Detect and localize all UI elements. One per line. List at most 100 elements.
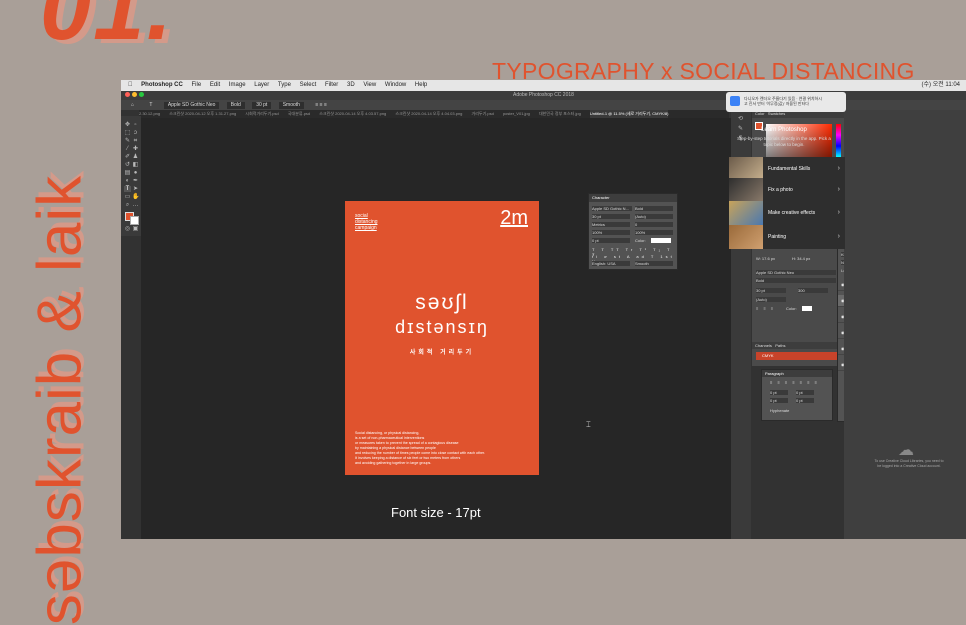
- learn-card-painting[interactable]: Painting ›: [729, 225, 845, 249]
- poster-title-line-2[interactable]: dɪstənsɪŋ: [345, 317, 539, 338]
- home-icon[interactable]: ⌂: [127, 102, 138, 109]
- shape-tool-icon[interactable]: ▭: [124, 194, 131, 200]
- font-family-select[interactable]: Apple SD Gothic Neo: [163, 102, 220, 109]
- more-tools-icon[interactable]: …: [132, 202, 139, 208]
- doc-tab[interactable]: 대한민국 정부 포스터.jpg: [539, 110, 581, 118]
- move-tool-icon[interactable]: ✥: [124, 122, 131, 128]
- paragraph-panel-title[interactable]: Paragraph: [762, 370, 832, 377]
- artboard-tool-icon[interactable]: ▫: [132, 122, 139, 128]
- korean-notification[interactable]: 다니오가 렌더오 주름다기 있음 · 연결 위치하시고 진서 만터 '이무정(값…: [726, 92, 846, 112]
- menu-app-name[interactable]: Photoshop CC: [141, 80, 183, 91]
- blur-tool-icon[interactable]: ●: [132, 170, 139, 176]
- type-tool-icon[interactable]: T: [145, 102, 156, 109]
- poster-campaign-text[interactable]: social distancing campaign: [355, 213, 378, 231]
- poster-korean-title[interactable]: 사회적 거리두기: [345, 347, 539, 356]
- font-style-select[interactable]: Bold: [226, 102, 245, 109]
- font-size-select[interactable]: 30 pt: [252, 102, 272, 109]
- doc-tab[interactable]: 스크린샷 2020-04-14 오후 4.03.57.png: [319, 110, 386, 118]
- history-brush-icon[interactable]: ↺: [124, 162, 131, 168]
- doc-tab[interactable]: 2.30.12.png: [139, 110, 160, 118]
- apple-icon[interactable]: : [128, 80, 133, 91]
- paragraph-align-icons[interactable]: ≡ ≡ ≡ ≡ ≡ ≡ ≡: [770, 380, 819, 385]
- history-panel-icon[interactable]: ⟲: [737, 116, 744, 122]
- space-after-field[interactable]: 0 pt: [796, 398, 814, 403]
- hand-tool-icon[interactable]: ✋: [132, 194, 139, 200]
- tab-paths[interactable]: Paths: [775, 343, 785, 348]
- quick-select-icon[interactable]: ✎: [124, 138, 131, 144]
- doc-tab-active[interactable]: Untitled-1 @ 11.5% (세로 거리두기, CMYK/8): [589, 110, 669, 118]
- brush-tool-icon[interactable]: ✐: [124, 154, 131, 160]
- quick-mask-icon[interactable]: ◎: [124, 226, 131, 232]
- menu-3d[interactable]: 3D: [347, 80, 355, 91]
- path-select-icon[interactable]: ➤: [132, 186, 139, 192]
- pen-tool-icon[interactable]: ✒: [132, 178, 139, 184]
- doc-tab[interactable]: poster_V01.jpg: [503, 110, 530, 118]
- prop-width[interactable]: W: 17.6 px: [756, 256, 775, 261]
- prop-color-swatch[interactable]: [802, 306, 812, 311]
- char-kerning-field[interactable]: Metrics: [592, 222, 630, 227]
- menu-help[interactable]: Help: [415, 80, 427, 91]
- learn-card-creative-effects[interactable]: Make creative effects ›: [729, 201, 845, 225]
- char-aa-select[interactable]: Smooth: [635, 261, 673, 266]
- doc-tab[interactable]: 국대분류.psd: [288, 110, 310, 118]
- char-tracking-field[interactable]: 0: [635, 222, 673, 227]
- character-panel-title[interactable]: Character: [589, 194, 677, 202]
- prop-font-select[interactable]: Apple SD Gothic Neo: [756, 270, 836, 275]
- poster-title-line-1[interactable]: səʊʃl: [345, 291, 539, 315]
- poster-document[interactable]: social distancing campaign 2m səʊʃl dɪst…: [345, 201, 539, 475]
- align-icons[interactable]: ≡ ≡ ≡: [311, 102, 331, 109]
- menu-image[interactable]: Image: [229, 80, 246, 91]
- eraser-tool-icon[interactable]: ◧: [132, 162, 139, 168]
- char-language-select[interactable]: English: USA: [592, 261, 630, 266]
- crop-tool-icon[interactable]: ⌗: [132, 138, 139, 144]
- doc-tab[interactable]: 시회적거리두기.psd: [245, 110, 278, 118]
- prop-align-icons[interactable]: ≡ ≡ ≡: [756, 306, 775, 311]
- dodge-tool-icon[interactable]: ◐: [124, 178, 131, 184]
- lasso-tool-icon[interactable]: ↄ: [132, 130, 139, 136]
- char-hscale-field[interactable]: 100%: [635, 230, 673, 235]
- char-baseline-field[interactable]: 0 pt: [592, 238, 630, 243]
- menu-type[interactable]: Type: [278, 80, 291, 91]
- stamp-tool-icon[interactable]: ♟: [132, 154, 139, 160]
- text-tool-icon[interactable]: T: [124, 186, 131, 192]
- poster-distance[interactable]: 2m: [500, 207, 528, 230]
- char-leading-field[interactable]: (Auto): [635, 214, 673, 219]
- menu-layer[interactable]: Layer: [254, 80, 269, 91]
- menu-window[interactable]: Window: [385, 80, 406, 91]
- indent-left-field[interactable]: 0 pt: [770, 390, 788, 395]
- healing-icon[interactable]: ✚: [132, 146, 139, 152]
- prop-leading-field[interactable]: (Auto): [756, 297, 786, 302]
- menu-select[interactable]: Select: [300, 80, 317, 91]
- prop-height[interactable]: H: 34.4 px: [792, 256, 810, 261]
- gradient-tool-icon[interactable]: ▤: [124, 170, 131, 176]
- marquee-tool-icon[interactable]: ⬚: [124, 130, 131, 136]
- screen-mode-icon[interactable]: ▣: [132, 226, 139, 232]
- char-style-select[interactable]: Bold: [635, 206, 673, 211]
- doc-tab[interactable]: 거리두기.psd: [472, 110, 494, 118]
- learn-card-fix-photo[interactable]: Fix a photo ›: [729, 178, 845, 202]
- char-color-swatch[interactable]: [651, 238, 671, 243]
- eyedropper-icon[interactable]: ⁄: [124, 146, 131, 152]
- prop-size-field[interactable]: 30 pt: [756, 288, 786, 293]
- space-before-field[interactable]: 0 pt: [770, 398, 788, 403]
- doc-tab[interactable]: 스크린샷 2020-04-12 오후 1.31.27.png: [169, 110, 236, 118]
- indent-right-field[interactable]: 0 pt: [796, 390, 814, 395]
- menu-filter[interactable]: Filter: [325, 80, 338, 91]
- doc-tab[interactable]: 스크린샷 2020-04-14 오후 4.04.03.png: [395, 110, 462, 118]
- prop-style-select[interactable]: Bold: [756, 278, 836, 283]
- char-size-field[interactable]: 30 pt: [592, 214, 630, 219]
- prop-tracking-field[interactable]: 300: [798, 288, 828, 293]
- antialias-select[interactable]: Smooth: [278, 102, 304, 109]
- menu-view[interactable]: View: [363, 80, 376, 91]
- channel-cmyk[interactable]: CMYK: [756, 352, 842, 360]
- menu-file[interactable]: File: [192, 80, 202, 91]
- close-window-icon[interactable]: [125, 92, 130, 97]
- minimize-window-icon[interactable]: [132, 92, 137, 97]
- poster-body-text[interactable]: Social distancing, or physical distancin…: [355, 431, 531, 466]
- hyphenate-checkbox[interactable]: Hyphenate: [770, 408, 789, 413]
- background-color-swatch[interactable]: [130, 216, 139, 225]
- menu-edit[interactable]: Edit: [210, 80, 220, 91]
- tab-channels[interactable]: Channels: [755, 343, 772, 348]
- zoom-tool-icon[interactable]: ⌕: [124, 202, 131, 208]
- zoom-window-icon[interactable]: [139, 92, 144, 97]
